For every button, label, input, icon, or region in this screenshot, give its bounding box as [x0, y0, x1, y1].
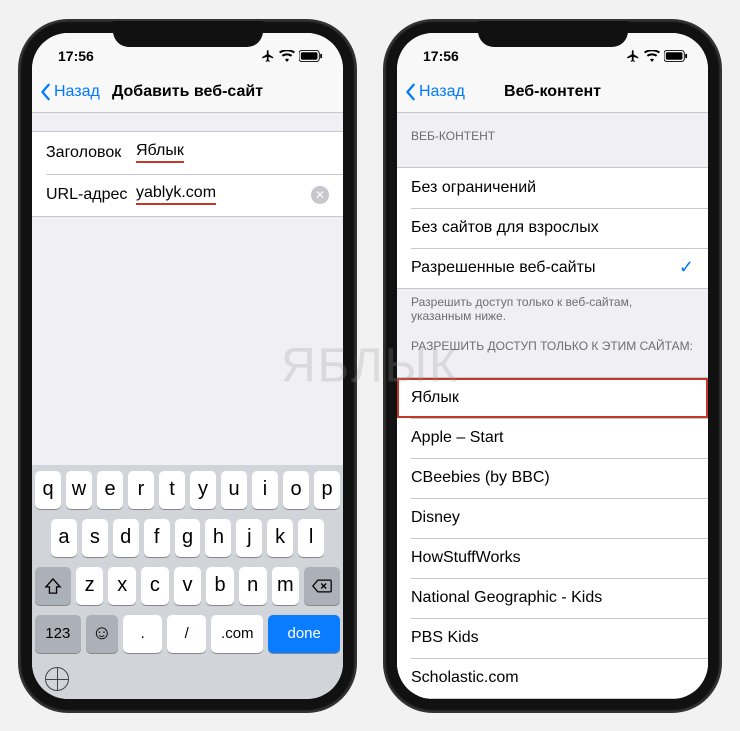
key-s[interactable]: s [82, 519, 108, 557]
globe-icon[interactable] [45, 667, 69, 691]
key-k[interactable]: k [267, 519, 293, 557]
key-z[interactable]: z [76, 567, 104, 605]
key-row-4: 123 ☺ . / .com done [35, 615, 340, 653]
nav-bar: Назад Веб-контент [397, 73, 708, 113]
key-row-1: q w e r t y u i o p [35, 471, 340, 509]
key-u[interactable]: u [221, 471, 247, 509]
site-row[interactable]: Scholastic.com [397, 658, 708, 698]
page-title: Добавить веб-сайт [112, 83, 263, 101]
key-x[interactable]: x [108, 567, 136, 605]
com-key[interactable]: .com [211, 615, 263, 653]
key-t[interactable]: t [159, 471, 185, 509]
key-f[interactable]: f [144, 519, 170, 557]
status-time: 17:56 [58, 48, 94, 64]
slash-key[interactable]: / [167, 615, 206, 653]
nav-bar: Назад Добавить веб-сайт [32, 73, 343, 113]
key-row-2: a s d f g h j k l [35, 519, 340, 557]
key-a[interactable]: a [51, 519, 77, 557]
notch [478, 21, 628, 47]
section-header-web-content: ВЕБ-КОНТЕНТ [397, 113, 708, 149]
back-button[interactable]: Назад [40, 83, 100, 101]
backspace-key[interactable] [304, 567, 340, 605]
url-value: yablyk.com [136, 184, 216, 205]
back-button[interactable]: Назад [405, 83, 465, 101]
key-p[interactable]: p [314, 471, 340, 509]
key-h[interactable]: h [205, 519, 231, 557]
option-unrestricted[interactable]: Без ограничений [397, 168, 708, 208]
site-row[interactable]: Smithsonian Institution [397, 698, 708, 699]
done-key[interactable]: done [268, 615, 340, 653]
wifi-icon [279, 50, 295, 62]
key-row-3: z x c v b n m [35, 567, 340, 605]
key-n[interactable]: n [239, 567, 267, 605]
airplane-icon [626, 49, 640, 63]
option-limit-adult[interactable]: Без сайтов для взрослых [397, 208, 708, 248]
battery-icon [299, 50, 323, 62]
site-row[interactable]: Disney [397, 498, 708, 538]
screen-left: 17:56 Назад Добавить веб-сайт Заголовок … [32, 33, 343, 699]
notch [113, 21, 263, 47]
phone-right: 17:56 Назад Веб-контент ВЕБ-КОНТЕНТ Без … [385, 21, 720, 711]
title-value: Яблык [136, 142, 184, 163]
key-b[interactable]: b [206, 567, 234, 605]
key-g[interactable]: g [175, 519, 201, 557]
key-w[interactable]: w [66, 471, 92, 509]
page-title: Веб-контент [504, 83, 601, 101]
battery-icon [664, 50, 688, 62]
site-row[interactable]: CBeebies (by BBC) [397, 458, 708, 498]
key-r[interactable]: r [128, 471, 154, 509]
site-row[interactable]: PBS Kids [397, 618, 708, 658]
key-i[interactable]: i [252, 471, 278, 509]
site-row[interactable]: Apple – Start [397, 418, 708, 458]
key-o[interactable]: o [283, 471, 309, 509]
option-allowed-only[interactable]: Разрешенные веб-сайты✓ [397, 248, 708, 288]
back-label: Назад [419, 83, 465, 101]
key-e[interactable]: e [97, 471, 123, 509]
phone-left: 17:56 Назад Добавить веб-сайт Заголовок … [20, 21, 355, 711]
key-c[interactable]: c [141, 567, 169, 605]
site-row[interactable]: National Geographic - Kids [397, 578, 708, 618]
key-v[interactable]: v [174, 567, 202, 605]
back-label: Назад [54, 83, 100, 101]
wifi-icon [644, 50, 660, 62]
content-left: Заголовок Яблык URL-адрес yablyk.com ✕ [32, 113, 343, 465]
key-q[interactable]: q [35, 471, 61, 509]
key-j[interactable]: j [236, 519, 262, 557]
title-label: Заголовок [46, 144, 136, 162]
url-label: URL-адрес [46, 186, 136, 204]
title-field-row[interactable]: Заголовок Яблык [32, 132, 343, 174]
shift-key[interactable] [35, 567, 71, 605]
airplane-icon [261, 49, 275, 63]
check-icon: ✓ [679, 257, 694, 278]
key-m[interactable]: m [272, 567, 300, 605]
emoji-key[interactable]: ☺ [86, 615, 119, 653]
screen-right: 17:56 Назад Веб-контент ВЕБ-КОНТЕНТ Без … [397, 33, 708, 699]
status-time: 17:56 [423, 48, 459, 64]
numbers-key[interactable]: 123 [35, 615, 81, 653]
dot-key[interactable]: . [123, 615, 162, 653]
site-row[interactable]: Яблык [397, 378, 708, 418]
site-row[interactable]: HowStuffWorks [397, 538, 708, 578]
url-field-row[interactable]: URL-адрес yablyk.com ✕ [32, 174, 343, 216]
key-d[interactable]: d [113, 519, 139, 557]
content-right: ВЕБ-КОНТЕНТ Без ограничений Без сайтов д… [397, 113, 708, 699]
section-header-allowed-sites: РАЗРЕШИТЬ ДОСТУП ТОЛЬКО К ЭТИМ САЙТАМ: [397, 323, 708, 359]
section-footer: Разрешить доступ только к веб-сайтам, ук… [397, 289, 708, 323]
clear-icon[interactable]: ✕ [311, 186, 329, 204]
key-l[interactable]: l [298, 519, 324, 557]
key-y[interactable]: y [190, 471, 216, 509]
keyboard: q w e r t y u i o p a s d f g h j k l [32, 465, 343, 699]
